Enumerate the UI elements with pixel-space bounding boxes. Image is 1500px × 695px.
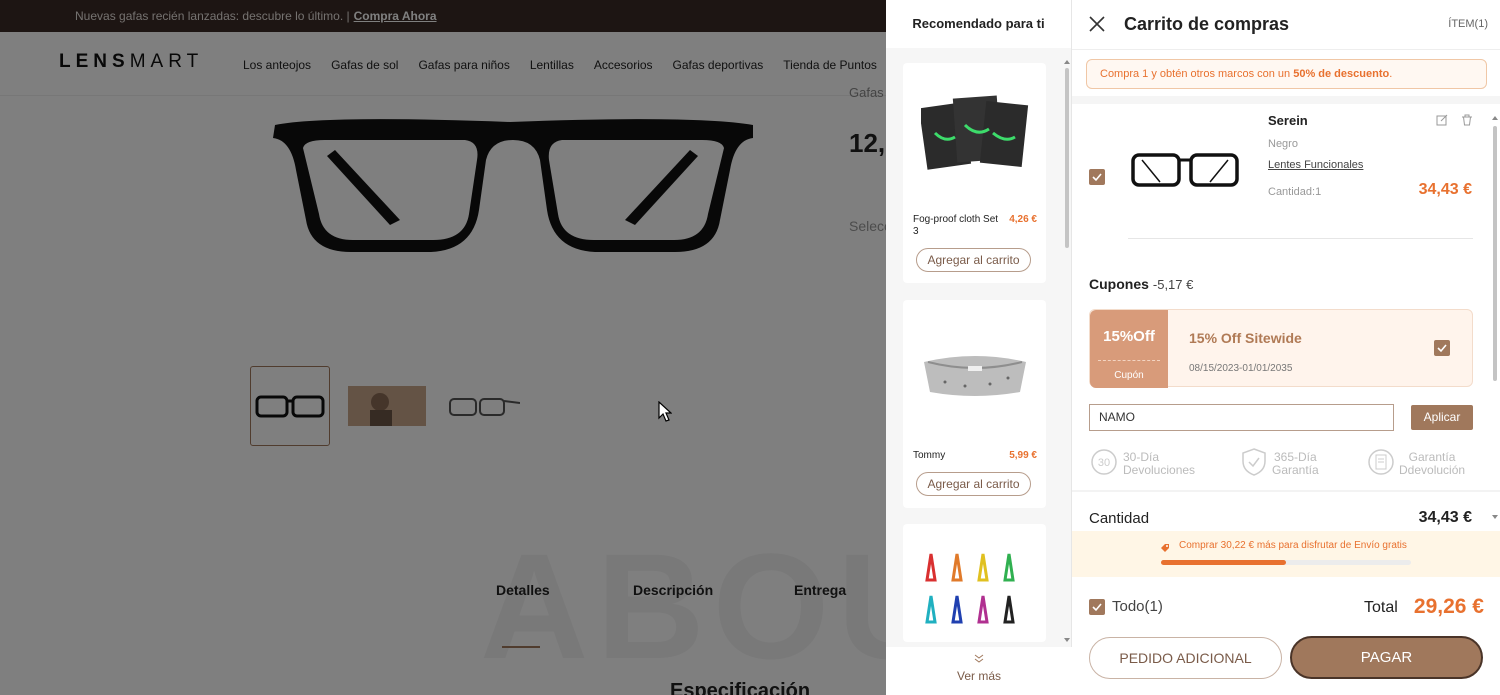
select-all-checkbox[interactable] xyxy=(1089,599,1105,615)
mouse-cursor-icon xyxy=(658,400,673,428)
close-icon[interactable] xyxy=(1088,15,1106,33)
divider xyxy=(1072,490,1500,492)
total-value: 29,26 € xyxy=(1413,595,1484,618)
cart-item-count: ÍTEM(1) xyxy=(1448,18,1488,30)
chevron-double-down-icon xyxy=(886,647,1072,667)
coupon-badge-label: Cupón xyxy=(1114,370,1144,381)
apply-button[interactable]: Aplicar xyxy=(1411,405,1473,430)
guarantee-line2: Garantía xyxy=(1272,462,1319,477)
fog-cloth-image xyxy=(918,93,1031,183)
recommended-title: Recomendado para ti xyxy=(886,0,1071,48)
svg-text:30: 30 xyxy=(1098,457,1110,469)
item-color: Negro xyxy=(1268,138,1298,150)
recommended-scrollbar[interactable] xyxy=(1064,60,1070,650)
nose-pads-image xyxy=(921,550,1031,643)
cart-item-image xyxy=(1130,150,1240,195)
guarantee-line1: 365-Día xyxy=(1274,449,1317,464)
add-to-cart-button[interactable]: Agregar al carrito xyxy=(916,472,1031,496)
edit-icon[interactable] xyxy=(1436,113,1448,131)
coupon-percent: 15%Off xyxy=(1103,328,1155,345)
recommended-price: 5,99 € xyxy=(1009,450,1037,461)
item-lens-link[interactable]: Lentes Funcionales xyxy=(1268,159,1363,171)
trash-icon[interactable] xyxy=(1461,113,1473,131)
guarantee-line2: Ddevolución xyxy=(1399,462,1466,477)
cart-scrollbar[interactable] xyxy=(1491,116,1499,526)
recommended-card[interactable]: Fog-proof cloth Set 3 4,26 € Agregar al … xyxy=(903,63,1046,283)
modal-overlay[interactable] xyxy=(0,0,886,695)
coupon-name: 15% Off Sitewide xyxy=(1189,330,1302,346)
recommended-card[interactable] xyxy=(903,524,1046,642)
coupon-badge: 15%Off Cupón xyxy=(1090,310,1168,388)
coupon-checkbox[interactable] xyxy=(1434,340,1450,356)
additional-order-button[interactable]: PEDIDO ADICIONAL xyxy=(1089,637,1282,679)
cart-title: Carrito de compras xyxy=(1124,14,1290,34)
free-shipping-banner: Comprar 30,22 € más para disfrutar de En… xyxy=(1072,531,1500,577)
recommended-price: 4,26 € xyxy=(1009,214,1037,225)
section-divider xyxy=(1072,96,1500,104)
promo-banner: Compra 1 y obtén otros marcos con un 50%… xyxy=(1086,59,1487,89)
free-shipping-progress-fill xyxy=(1161,560,1286,565)
cart-drawer: Carrito de compras ÍTEM(1) Compra 1 y ob… xyxy=(1072,0,1500,695)
guarantee-line1: Garantía xyxy=(1408,449,1456,464)
pay-button[interactable]: PAGAR xyxy=(1290,636,1483,679)
receipt-icon xyxy=(1367,447,1395,480)
free-shipping-text: Comprar 30,22 € más para disfrutar de En… xyxy=(1179,540,1407,551)
coupons-discount: -5,17 € xyxy=(1152,277,1194,292)
free-shipping-progress xyxy=(1161,560,1411,565)
quantity-value: 34,43 € xyxy=(1418,509,1472,526)
divider xyxy=(1128,238,1473,239)
guarantee-line1: 30-Día xyxy=(1123,449,1160,464)
coupon-code-input[interactable]: NAMO xyxy=(1089,404,1394,431)
recommended-card[interactable]: Tommy 5,99 € Agregar al carrito xyxy=(903,300,1046,508)
item-price: 34,43 € xyxy=(1418,181,1472,198)
shield-check-icon xyxy=(1240,447,1268,480)
coupon-card[interactable]: 15%Off Cupón 15% Off Sitewide 08/15/2023… xyxy=(1089,309,1473,388)
guarantee-line2: Devoluciones xyxy=(1123,462,1196,477)
item-quantity: Cantidad:1 xyxy=(1268,186,1322,198)
add-to-cart-button[interactable]: Agregar al carrito xyxy=(916,248,1031,272)
glasses-case-image xyxy=(920,348,1030,405)
guarantee-warranty: 365-Día Garantía xyxy=(1240,447,1319,480)
guarantee-refund: Garantía Ddevolución xyxy=(1367,447,1465,480)
see-more-button[interactable]: Ver más xyxy=(886,647,1072,695)
quantity-label: Cantidad xyxy=(1089,510,1150,527)
cart-header: Carrito de compras ÍTEM(1) xyxy=(1072,0,1500,50)
page: Nuevas gafas recién lanzadas: descubre l… xyxy=(0,0,1500,695)
tag-icon xyxy=(1160,540,1170,558)
recommended-name: Fog-proof cloth Set 3 xyxy=(913,214,999,237)
item-name: Serein xyxy=(1268,113,1308,128)
see-more-label: Ver más xyxy=(956,669,1001,683)
coupons-heading: Cupones -5,17 € xyxy=(1089,276,1194,292)
select-all-label: Todo(1) xyxy=(1112,598,1163,615)
item-checkbox[interactable] xyxy=(1089,169,1105,185)
coupon-date: 08/15/2023-01/01/2035 xyxy=(1189,363,1293,374)
recommended-name: Tommy xyxy=(913,450,946,461)
total-label: Total xyxy=(1364,599,1398,616)
return-30-icon: 30 xyxy=(1089,447,1119,480)
recommended-panel: Recomendado para ti Fog-proof cloth Set … xyxy=(886,0,1072,695)
guarantee-returns: 30 30-Día Devoluciones xyxy=(1089,447,1195,480)
